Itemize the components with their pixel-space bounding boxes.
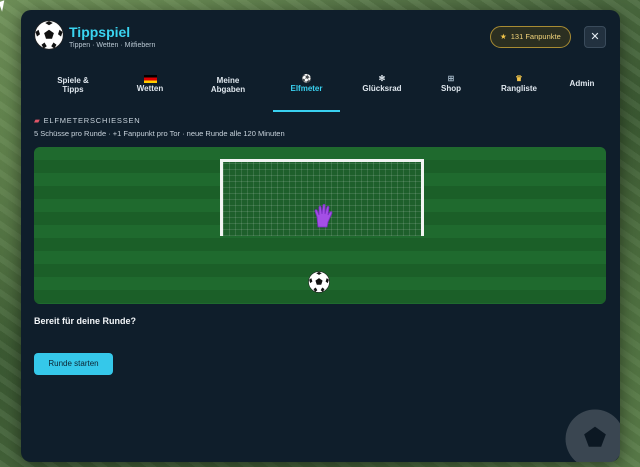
penalty-pitch[interactable] (34, 147, 606, 304)
ball-icon[interactable] (308, 271, 330, 293)
goalkeeper-glove-icon (314, 203, 333, 228)
tab-meine-abgaben[interactable]: Meine Abgaben (197, 72, 259, 116)
tab-wetten[interactable]: Wetten (122, 72, 178, 112)
football-logo-icon (34, 20, 64, 50)
section-label: ▰ ELFMETERSCHIESSEN (34, 116, 141, 125)
tab-label: Spiele & (57, 76, 89, 85)
flag-de-icon (143, 74, 157, 83)
tab-label: Wetten (136, 84, 164, 93)
fanpoints-badge[interactable]: ★ 131 Fanpunkte (490, 26, 571, 48)
tab-rangliste[interactable]: ♛ Rangliste (491, 72, 547, 112)
tab-shop[interactable]: ⊞ Shop (431, 72, 471, 112)
wheel-icon: ✻ (378, 74, 386, 83)
decorative-ball-icon (565, 409, 620, 462)
tab-label: Shop (441, 84, 461, 93)
football-icon: ⚽ (301, 74, 312, 83)
cart-icon: ⊞ (447, 74, 455, 83)
tab-label: Tipps (62, 85, 84, 94)
tab-label: Admin (569, 79, 595, 88)
trophy-icon: ♛ (515, 74, 523, 83)
app-title: Tippspiel (69, 24, 131, 40)
goal-net[interactable] (220, 159, 424, 236)
start-round-button[interactable]: Runde starten (34, 353, 113, 375)
tippspiel-window: Tippspiel Tippen · Wetten · Mitfiebern ★… (21, 10, 620, 462)
app-subtitle: Tippen · Wetten · Mitfiebern (69, 42, 156, 49)
game-rules-text: 5 Schüsse pro Runde · +1 Fanpunkt pro To… (34, 129, 285, 138)
header: Tippspiel Tippen · Wetten · Mitfiebern ★… (21, 10, 620, 64)
tab-bar: Spiele & Tipps Wetten Meine Abgaben ⚽ El… (21, 72, 620, 114)
close-button[interactable]: ✕ (584, 26, 606, 48)
tab-label: Rangliste (500, 84, 537, 93)
tab-gluecksrad[interactable]: ✻ Glücksrad (354, 72, 410, 112)
star-icon: ★ (500, 32, 507, 41)
tab-label: Elfmeter (290, 84, 323, 93)
fanpoints-label: 131 Fanpunkte (510, 32, 561, 41)
tab-spiele-tipps[interactable]: Spiele & Tipps (47, 72, 99, 116)
section-label-text: ELFMETERSCHIESSEN (43, 116, 141, 125)
tab-elfmeter[interactable]: ⚽ Elfmeter (273, 72, 340, 112)
tab-admin[interactable]: Admin (562, 72, 602, 119)
tab-label: Abgaben (210, 85, 246, 94)
tab-label: Meine (216, 76, 240, 85)
ready-prompt: Bereit für deine Runde? (34, 316, 137, 326)
tab-label: Glücksrad (362, 84, 402, 93)
gamepad-icon: ▰ (34, 116, 41, 125)
